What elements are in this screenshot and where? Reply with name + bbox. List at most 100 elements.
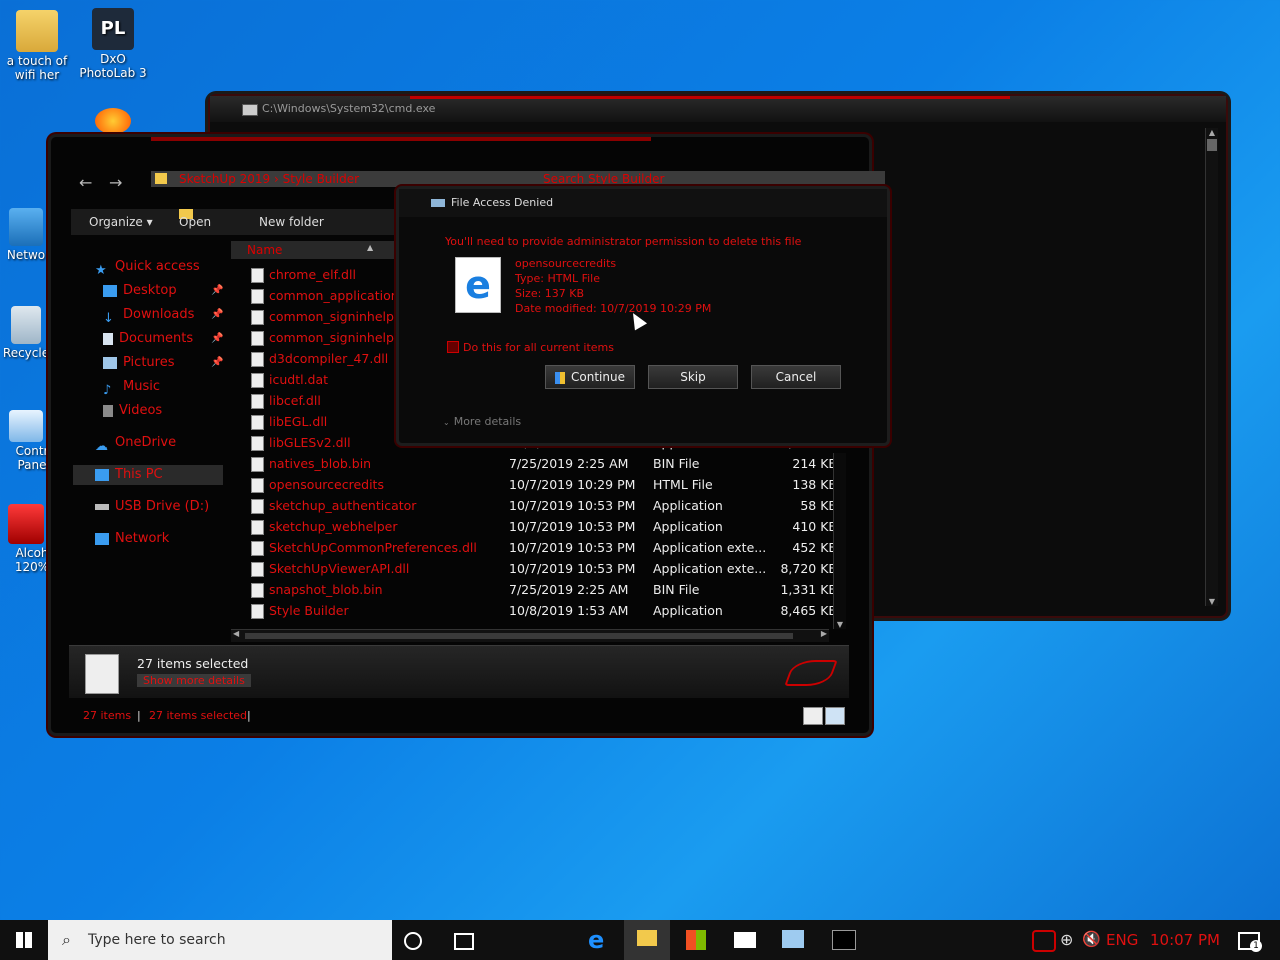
file-icon [251, 436, 264, 451]
more-details-toggle[interactable]: ⌄ More details [443, 415, 521, 428]
cmd-scrollbar[interactable]: ▲ ▼ [1205, 128, 1218, 606]
file-type: Application exte... [653, 540, 767, 555]
organize-button[interactable]: Organize ▾ [89, 209, 153, 235]
pin-icon[interactable]: 📌 [211, 333, 223, 344]
file-row[interactable]: sketchup_authenticator 10/7/2019 10:53 PM… [245, 495, 845, 516]
globe-icon[interactable]: ⊕ [1060, 930, 1073, 949]
cmd-title-bar[interactable]: C:\Windows\System32\cmd.exe [210, 96, 1226, 122]
start-windows-icon[interactable] [16, 932, 32, 948]
nav-quick-access[interactable]: ★ Quick access [95, 257, 200, 278]
scroll-down-arrow-icon[interactable]: ▼ [834, 620, 846, 629]
nav-this-pc[interactable]: This PC [73, 465, 223, 485]
scroll-down-arrow-icon[interactable]: ▼ [1206, 597, 1218, 606]
back-arrow-icon[interactable]: ← [79, 173, 92, 192]
pin-icon[interactable]: 📌 [211, 309, 223, 320]
file-list-scrollbar[interactable]: ▼ [833, 453, 846, 629]
forward-arrow-icon[interactable]: → [109, 173, 122, 192]
cancel-button[interactable]: Cancel [751, 365, 841, 389]
download-icon: ↓ [103, 310, 114, 326]
file-icon [251, 289, 264, 304]
file-row[interactable]: natives_blob.bin 7/25/2019 2:25 AM BIN Fil… [245, 453, 845, 474]
nav-videos[interactable]: Videos [103, 401, 162, 421]
file-row[interactable]: sketchup_webhelper 10/7/2019 10:53 PM Appl… [245, 516, 845, 537]
pin-icon[interactable]: 📌 [211, 285, 223, 296]
scroll-left-arrow-icon[interactable]: ◀ [233, 629, 239, 638]
do-for-all-label[interactable]: Do this for all current items [463, 341, 614, 354]
search-placeholder: Type here to search [88, 932, 226, 948]
nav-network[interactable]: Network [95, 529, 169, 549]
cmd-taskbar-icon[interactable] [832, 930, 856, 950]
desktop-icon-network[interactable]: Netwo [0, 208, 52, 262]
nav-pictures[interactable]: Pictures [103, 353, 174, 373]
cortana-icon[interactable] [404, 932, 422, 950]
control-panel-taskbar-icon[interactable] [782, 930, 804, 948]
clock[interactable]: 10:07 PM [1150, 920, 1220, 960]
desktop-icon-wifi[interactable]: a touch of wifi her [2, 10, 72, 82]
large-icons-view-icon[interactable] [825, 707, 845, 725]
file-type: Type: HTML File [515, 272, 600, 285]
edge-browser-icon[interactable]: e [588, 928, 614, 952]
notification-icon[interactable]: 1 [1238, 932, 1262, 952]
rog-tray-icon[interactable] [1032, 930, 1056, 952]
search-box[interactable]: Search Style Builder [503, 171, 885, 187]
dialog-icon [431, 199, 445, 207]
status-divider: | [247, 709, 251, 722]
scroll-up-arrow-icon[interactable]: ▲ [1206, 128, 1218, 137]
scroll-thumb[interactable] [1207, 139, 1217, 151]
horizontal-scrollbar[interactable]: ◀ ▶ [231, 629, 829, 642]
dialog-title-bar[interactable]: File Access Denied [399, 189, 887, 217]
mail-icon[interactable] [734, 932, 756, 948]
file-icon [251, 562, 264, 577]
search-box[interactable]: ⌕ Type here to search [48, 920, 392, 960]
file-row[interactable]: SketchUpCommonPreferences.dll 10/7/2019 1… [245, 537, 845, 558]
videos-icon [103, 404, 113, 417]
desktop-icon-firefox[interactable] [78, 108, 148, 136]
new-folder-button[interactable]: New folder [259, 209, 324, 235]
nav-desktop[interactable]: Desktop [103, 281, 177, 301]
task-view-icon[interactable] [454, 933, 474, 950]
status-bar: 27 items | 27 items selected | [51, 703, 869, 729]
file-type: Application [653, 498, 723, 513]
file-icon [251, 352, 264, 367]
nav-onedrive[interactable]: ☁ OneDrive [95, 433, 176, 454]
folder-user-icon [16, 10, 58, 52]
language-indicator[interactable]: ENG [1106, 920, 1138, 960]
nav-usb-drive[interactable]: USB Drive (D:) [95, 497, 209, 517]
skip-button[interactable]: Skip [648, 365, 738, 389]
column-header-name[interactable]: Name ▲ [231, 241, 407, 259]
cmd-icon [242, 104, 258, 116]
file-row[interactable]: Style Builder 10/8/2019 1:53 AM Applicatio… [245, 600, 845, 621]
desktop-icon-alcohol[interactable]: Alcoh 120% [0, 504, 52, 574]
scroll-thumb[interactable] [245, 633, 793, 639]
nav-documents[interactable]: Documents [103, 329, 193, 349]
do-for-all-checkbox[interactable] [447, 341, 459, 353]
show-more-details-link[interactable]: Show more details [137, 674, 251, 687]
scroll-right-arrow-icon[interactable]: ▶ [821, 629, 827, 638]
nav-music[interactable]: ♪ Music [103, 377, 160, 398]
star-icon: ★ [95, 262, 107, 278]
continue-button[interactable]: Continue [545, 365, 635, 389]
file-row[interactable]: SketchUpViewerAPI.dll 10/7/2019 10:53 PM A… [245, 558, 845, 579]
file-name: icudtl.dat [269, 372, 329, 387]
network-icon [9, 208, 43, 246]
file-type: Application [653, 603, 723, 618]
file-explorer-taskbar-button[interactable] [624, 920, 670, 960]
file-row[interactable]: snapshot_blob.bin 7/25/2019 2:25 AM BIN Fi… [245, 579, 845, 600]
status-selected-count: 27 items selected [149, 709, 248, 722]
file-row[interactable]: opensourcecredits 10/7/2019 10:29 PM HTML … [245, 474, 845, 495]
desktop-icon-recycle[interactable]: Recycle [0, 306, 52, 360]
pin-icon[interactable]: 📌 [211, 357, 223, 368]
file-date: 10/7/2019 10:53 PM [509, 519, 636, 534]
volume-muted-icon[interactable]: 🔇 [1082, 930, 1101, 948]
control-panel-icon [9, 410, 43, 442]
desktop-icon-dxo[interactable]: PL DxO PhotoLab 3 [78, 8, 148, 80]
nav-downloads[interactable]: ↓ Downloads [103, 305, 194, 326]
store-icon[interactable] [686, 930, 706, 950]
file-icon [251, 541, 264, 556]
details-view-icon[interactable] [803, 707, 823, 725]
file-size: 8,465 KB [780, 603, 837, 618]
desktop-icon [103, 284, 117, 297]
address-bar[interactable]: SketchUp 2019 › Style Builder [151, 171, 521, 187]
desktop-icon-control-panel[interactable]: Contr Pane [0, 410, 52, 472]
file-date: Date modified: 10/7/2019 10:29 PM [515, 302, 712, 315]
